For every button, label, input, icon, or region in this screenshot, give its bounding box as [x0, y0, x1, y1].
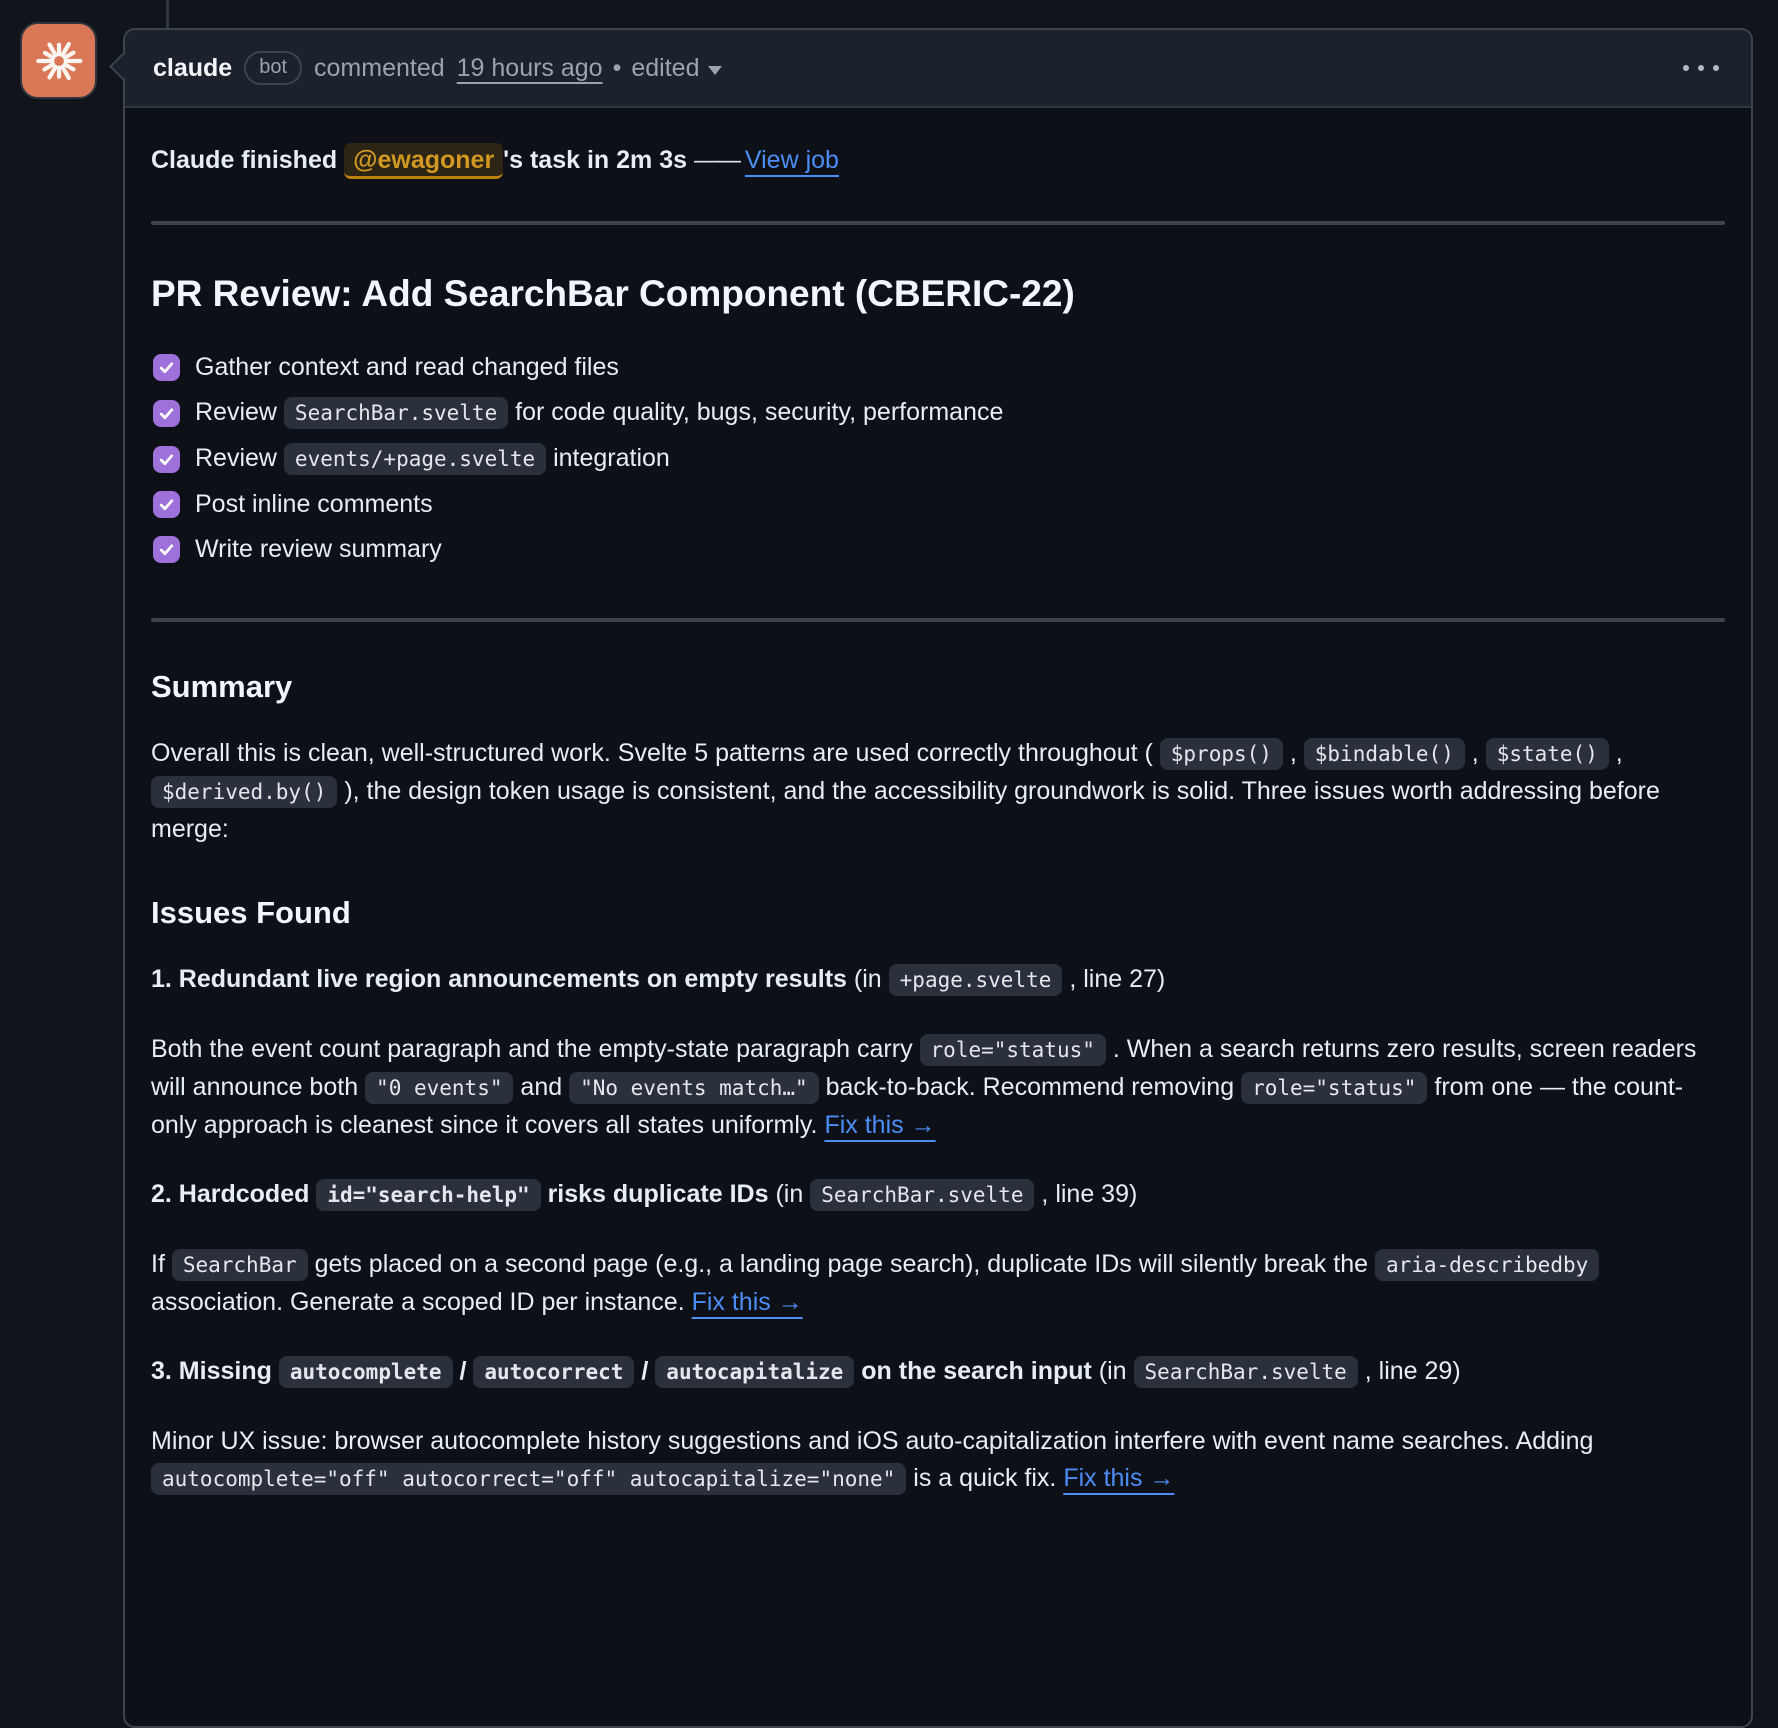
- task-item: Write review summary: [153, 531, 1725, 568]
- check-icon: [158, 451, 175, 468]
- inline-code: autocomplete="off" autocorrect="off" aut…: [151, 1463, 906, 1495]
- check-icon: [158, 541, 175, 558]
- issue-3-title: 3. Missing autocomplete / autocorrect / …: [151, 1353, 1725, 1391]
- task-label: Gather context and read changed files: [195, 349, 619, 386]
- check-icon: [158, 359, 175, 376]
- issue-2-body: If SearchBar gets placed on a second pag…: [151, 1246, 1725, 1321]
- fix-this-link-2[interactable]: Fix this →: [692, 1288, 803, 1316]
- summary-paragraph: Overall this is clean, well-structured w…: [151, 735, 1725, 848]
- task-item: Post inline comments: [153, 486, 1725, 523]
- inline-code: autocapitalize: [655, 1356, 854, 1388]
- inline-code: +page.svelte: [889, 964, 1063, 996]
- issue-3-body: Minor UX issue: browser autocomplete his…: [151, 1423, 1725, 1498]
- inline-code: role="status": [920, 1034, 1106, 1066]
- comment-options-button[interactable]: [1679, 55, 1723, 81]
- task-label: Post inline comments: [195, 486, 433, 523]
- divider: [151, 618, 1725, 622]
- inline-code: SearchBar.svelte: [284, 397, 508, 429]
- view-job-link[interactable]: View job: [745, 146, 839, 174]
- inline-code: $state(): [1486, 738, 1609, 770]
- avatar[interactable]: [20, 22, 97, 99]
- task-label: Review events/+page.svelte integration: [195, 440, 670, 478]
- task-checkbox-checked[interactable]: [153, 354, 180, 381]
- inline-code: "No events match…": [569, 1072, 819, 1104]
- task-checkbox-checked[interactable]: [153, 536, 180, 563]
- inline-code: id="search-help": [316, 1179, 540, 1211]
- issue-1-body: Both the event count paragraph and the e…: [151, 1031, 1725, 1144]
- task-item: Gather context and read changed files: [153, 349, 1725, 386]
- issue-1-title: 1. Redundant live region announcements o…: [151, 961, 1725, 999]
- inline-code: autocomplete: [279, 1356, 453, 1388]
- kebab-dot: [1683, 65, 1689, 71]
- task-label: Review SearchBar.svelte for code quality…: [195, 394, 1003, 432]
- kebab-dot: [1713, 65, 1719, 71]
- fix-this-link-1[interactable]: Fix this →: [824, 1111, 935, 1139]
- divider: [151, 221, 1725, 225]
- inline-code: SearchBar.svelte: [810, 1179, 1034, 1211]
- claude-starburst-icon: [31, 33, 87, 89]
- task-item: Review SearchBar.svelte for code quality…: [153, 394, 1725, 432]
- mention-link[interactable]: @ewagoner: [344, 143, 503, 179]
- author-name[interactable]: claude: [153, 54, 232, 83]
- task-label: Write review summary: [195, 531, 442, 568]
- fix-this-link-3[interactable]: Fix this →: [1063, 1464, 1174, 1492]
- inline-code: $props(): [1160, 738, 1283, 770]
- edited-label: edited: [631, 54, 699, 83]
- inline-code: SearchBar.svelte: [1134, 1356, 1358, 1388]
- intro-line: Claude finished @ewagoner's task in 2m 3…: [151, 142, 1725, 179]
- comment-header: claude bot commented 19 hours ago • edit…: [125, 30, 1751, 108]
- summary-heading: Summary: [151, 666, 1725, 707]
- comment-card: claude bot commented 19 hours ago • edit…: [123, 28, 1753, 1728]
- separator-dot: •: [613, 54, 622, 83]
- task-checkbox-checked[interactable]: [153, 400, 180, 427]
- inline-code: autocorrect: [473, 1356, 634, 1388]
- inline-code: $derived.by(): [151, 776, 337, 808]
- inline-code: SearchBar: [172, 1249, 308, 1281]
- chevron-down-icon: [708, 66, 722, 75]
- task-checklist: Gather context and read changed files Rev…: [151, 349, 1725, 568]
- inline-code: "0 events": [365, 1072, 513, 1104]
- issues-heading: Issues Found: [151, 892, 1725, 933]
- task-checkbox-checked[interactable]: [153, 446, 180, 473]
- comment-body: Claude finished @ewagoner's task in 2m 3…: [125, 108, 1751, 1570]
- timestamp-link[interactable]: 19 hours ago: [457, 54, 603, 83]
- kebab-dot: [1698, 65, 1704, 71]
- review-title: PR Review: Add SearchBar Component (CBER…: [151, 271, 1725, 317]
- edited-dropdown[interactable]: edited: [631, 54, 722, 83]
- bot-badge: bot: [244, 51, 302, 85]
- inline-code: role="status": [1241, 1072, 1427, 1104]
- inline-code: $bindable(): [1304, 738, 1465, 770]
- task-item: Review events/+page.svelte integration: [153, 440, 1725, 478]
- task-checkbox-checked[interactable]: [153, 491, 180, 518]
- issue-2-title: 2. Hardcoded id="search-help" risks dupl…: [151, 1176, 1725, 1214]
- commented-label: commented: [314, 54, 445, 83]
- check-icon: [158, 405, 175, 422]
- comment-header-arrow: [109, 53, 136, 80]
- check-icon: [158, 496, 175, 513]
- inline-code: aria-describedby: [1375, 1249, 1599, 1281]
- inline-code: events/+page.svelte: [284, 443, 546, 475]
